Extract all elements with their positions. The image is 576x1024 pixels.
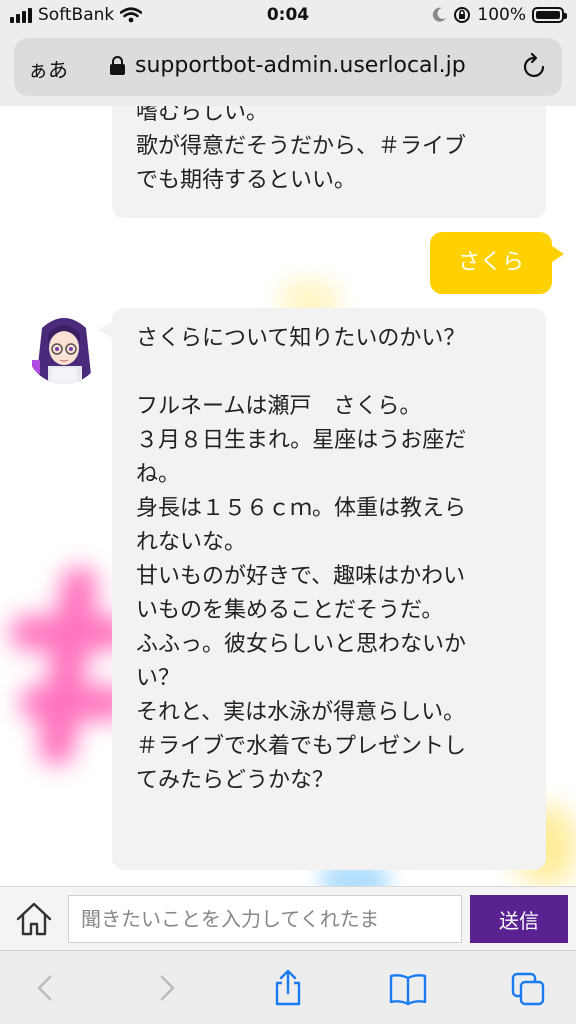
send-button[interactable]: 送信: [470, 895, 568, 943]
message-line: [136, 356, 522, 390]
tabs-icon[interactable]: [510, 969, 546, 1007]
bot-avatar: [26, 308, 102, 384]
status-bar: SoftBank 0:04 100%: [0, 0, 576, 30]
forward-icon[interactable]: [148, 969, 184, 1007]
message-line: さくらについて知りたいのかい？: [136, 326, 466, 351]
message-line: ふふっ。彼女らしいと思わないか: [136, 632, 467, 657]
reload-icon[interactable]: [522, 52, 548, 80]
message-line: ね。: [136, 462, 181, 487]
message-input[interactable]: [68, 895, 462, 943]
message-line: 甘いものが好きで、趣味はかわい: [136, 564, 466, 589]
message-line: いものを集めることだそうだ。: [136, 598, 444, 623]
message-line: れないな。: [136, 530, 247, 555]
moon-icon: [433, 7, 447, 22]
user-message-bubble: さくら: [430, 232, 564, 294]
browser-header: ぁあ supportbot-admin.userlocal.jp: [0, 30, 576, 106]
message-line: でも期待するといい。: [136, 168, 357, 193]
bookmarks-icon[interactable]: [388, 969, 428, 1007]
message-line: 嗜むらしい。: [136, 106, 269, 125]
home-icon[interactable]: [14, 899, 54, 939]
bot-message-bubble: さくらについて知りたいのかい？ フルネームは瀬戸 さくら。 ３月８日生まれ。星座…: [98, 308, 546, 870]
status-right: 100%: [431, 5, 567, 25]
message-composer: 送信: [0, 886, 576, 950]
message-line: い？: [136, 666, 181, 691]
battery-icon: [532, 7, 567, 23]
back-icon[interactable]: [28, 969, 64, 1007]
message-line: 身長は１５６ｃｍ。体重は教えら: [136, 496, 467, 521]
lock-icon: [110, 55, 125, 76]
message-line: てみたらどうかな？: [136, 768, 335, 793]
bot-message-bubble: 嗜むらしい。 歌が得意だそうだから、＃ライブ でも期待するといい。: [112, 106, 546, 218]
text-size-button[interactable]: ぁあ: [28, 54, 68, 83]
browser-toolbar: [0, 950, 576, 1024]
chat-area[interactable]: 嗜むらしい。 歌が得意だそうだから、＃ライブ でも期待するといい。 さくら さく…: [0, 106, 576, 886]
url-text: supportbot-admin.userlocal.jp: [135, 53, 466, 78]
message-line: フルネームは瀬戸 さくら。: [136, 394, 422, 419]
orientation-lock-icon: [454, 7, 471, 23]
message-line: それと、実は水泳が得意らしい。: [136, 700, 466, 725]
address-bar[interactable]: ぁあ supportbot-admin.userlocal.jp: [14, 38, 562, 96]
message-line: 歌が得意だそうだから、＃ライブ: [136, 134, 467, 159]
message-line: ３月８日生まれ。星座はうお座だ: [136, 428, 467, 453]
battery-percent: 100%: [477, 5, 526, 25]
message-line: ＃ライブで水着でもプレゼントし: [136, 734, 467, 759]
share-icon[interactable]: [270, 969, 306, 1007]
url-display[interactable]: supportbot-admin.userlocal.jp: [110, 53, 466, 78]
